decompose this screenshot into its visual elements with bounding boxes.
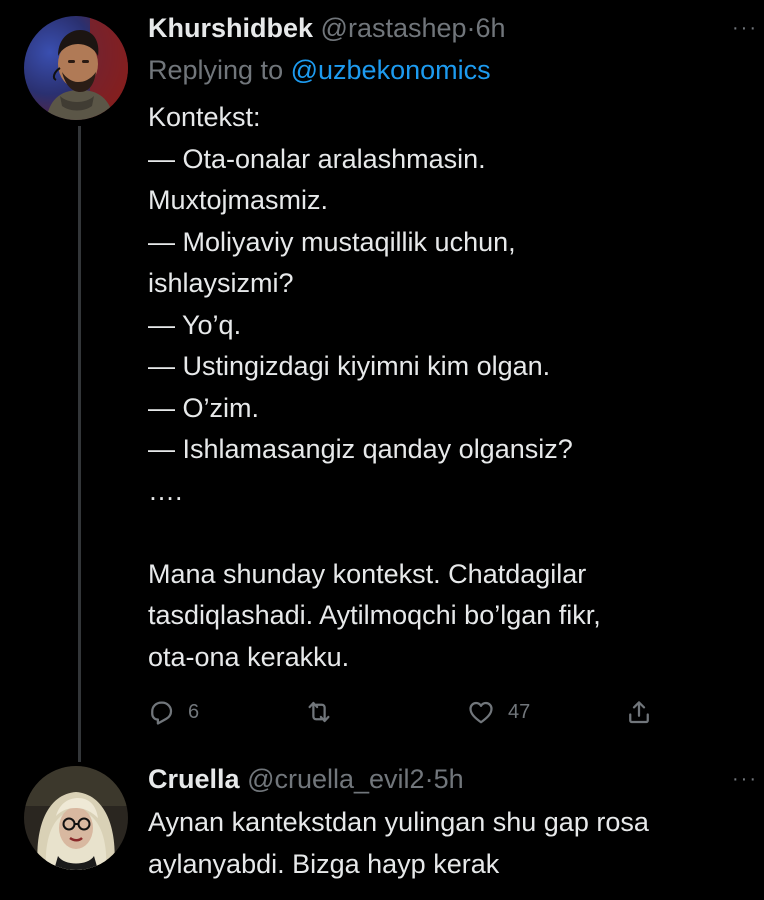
tweet-text-line: — Yo’q. — [148, 309, 242, 340]
heart-icon — [469, 701, 493, 724]
tweet-text-line — [148, 512, 748, 554]
separator-dot: · — [466, 13, 476, 43]
tweet-text-line: tasdiqlashadi. Aytilmoqchi bo’lgan fikr, — [148, 600, 601, 630]
retweet-icon — [308, 701, 330, 723]
tweet-text-line: — Ishlamasangiz qanday olgansiz? — [148, 434, 573, 464]
separator-dot: · — [424, 764, 434, 794]
more-horizontal-icon[interactable]: ··· — [732, 769, 758, 789]
tweet-text-line: — Moliyaviy mustaqillik uchun, — [148, 226, 516, 257]
avatar-cruella[interactable] — [24, 766, 128, 870]
reply-icon — [151, 701, 173, 725]
tweet-text-line: Aynan kantekstdan yulingan shu gap rosa — [148, 807, 649, 837]
like-count: 47 — [508, 700, 531, 723]
tweet-text-line: — Ustingizdagi kiyimni kim olgan. — [148, 351, 551, 381]
tweet-header: Cruella @cruella_evil2·5h — [148, 762, 464, 796]
tweet-text: Kontekst: — Ota-onalar aralashmasin. Mux… — [148, 97, 748, 678]
tweet-text-line: — O’zim. — [148, 392, 259, 423]
timestamp[interactable]: 5h — [434, 764, 464, 794]
tweet-text: Aynan kantekstdan yulingan shu gap rosa … — [148, 802, 748, 885]
replying-to-prefix: Replying to — [148, 55, 284, 85]
more-horizontal-icon[interactable]: ··· — [732, 18, 758, 38]
tweet-text-line: Mana shunday kontekst. Chatdagilar — [148, 558, 587, 589]
timestamp[interactable]: 6h — [476, 13, 506, 43]
retweet-button[interactable] — [304, 697, 346, 727]
tweet-text-line: ota-ona kerakku. — [148, 641, 350, 672]
conversation-timeline: Khurshidbek @rastashep·6h ··· Replying t… — [0, 0, 764, 900]
tweet-text-line: — Ota-onalar aralashmasin. — [148, 143, 486, 174]
like-button[interactable]: 47 — [466, 697, 530, 727]
reply-button[interactable]: 6 — [146, 697, 199, 727]
share-icon — [629, 701, 649, 724]
display-name[interactable]: Khurshidbek — [148, 13, 313, 43]
tweet-text-line: aylanyabdi. Bizga hayp kerak — [148, 848, 500, 879]
tweet-cruella[interactable]: Cruella @cruella_evil2·5h ··· Aynan kant… — [0, 760, 764, 900]
tweet-text-line: Muxtojmasmiz. — [148, 185, 329, 215]
avatar-khurshidbek[interactable] — [24, 16, 128, 120]
share-button[interactable] — [624, 697, 666, 727]
tweet-header: Khurshidbek @rastashep·6h — [148, 11, 506, 45]
tweet-text-line: …. — [148, 475, 183, 506]
reply-count: 6 — [188, 700, 200, 723]
tweet-text-line: Kontekst: — [148, 102, 261, 132]
tweet-khurshidbek[interactable]: Khurshidbek @rastashep·6h ··· Replying t… — [0, 0, 764, 762]
thread-connector-line — [78, 126, 81, 762]
display-name[interactable]: Cruella — [148, 764, 240, 794]
user-handle[interactable]: @cruella_evil2 — [247, 764, 425, 794]
replying-to: Replying to @uzbekonomics — [148, 53, 491, 87]
user-handle[interactable]: @rastashep — [321, 13, 467, 43]
tweet-text-line: ishlaysizmi? — [148, 268, 294, 298]
mention-link[interactable]: @uzbekonomics — [291, 55, 491, 85]
tweet-actions: 6 47 — [146, 697, 666, 727]
